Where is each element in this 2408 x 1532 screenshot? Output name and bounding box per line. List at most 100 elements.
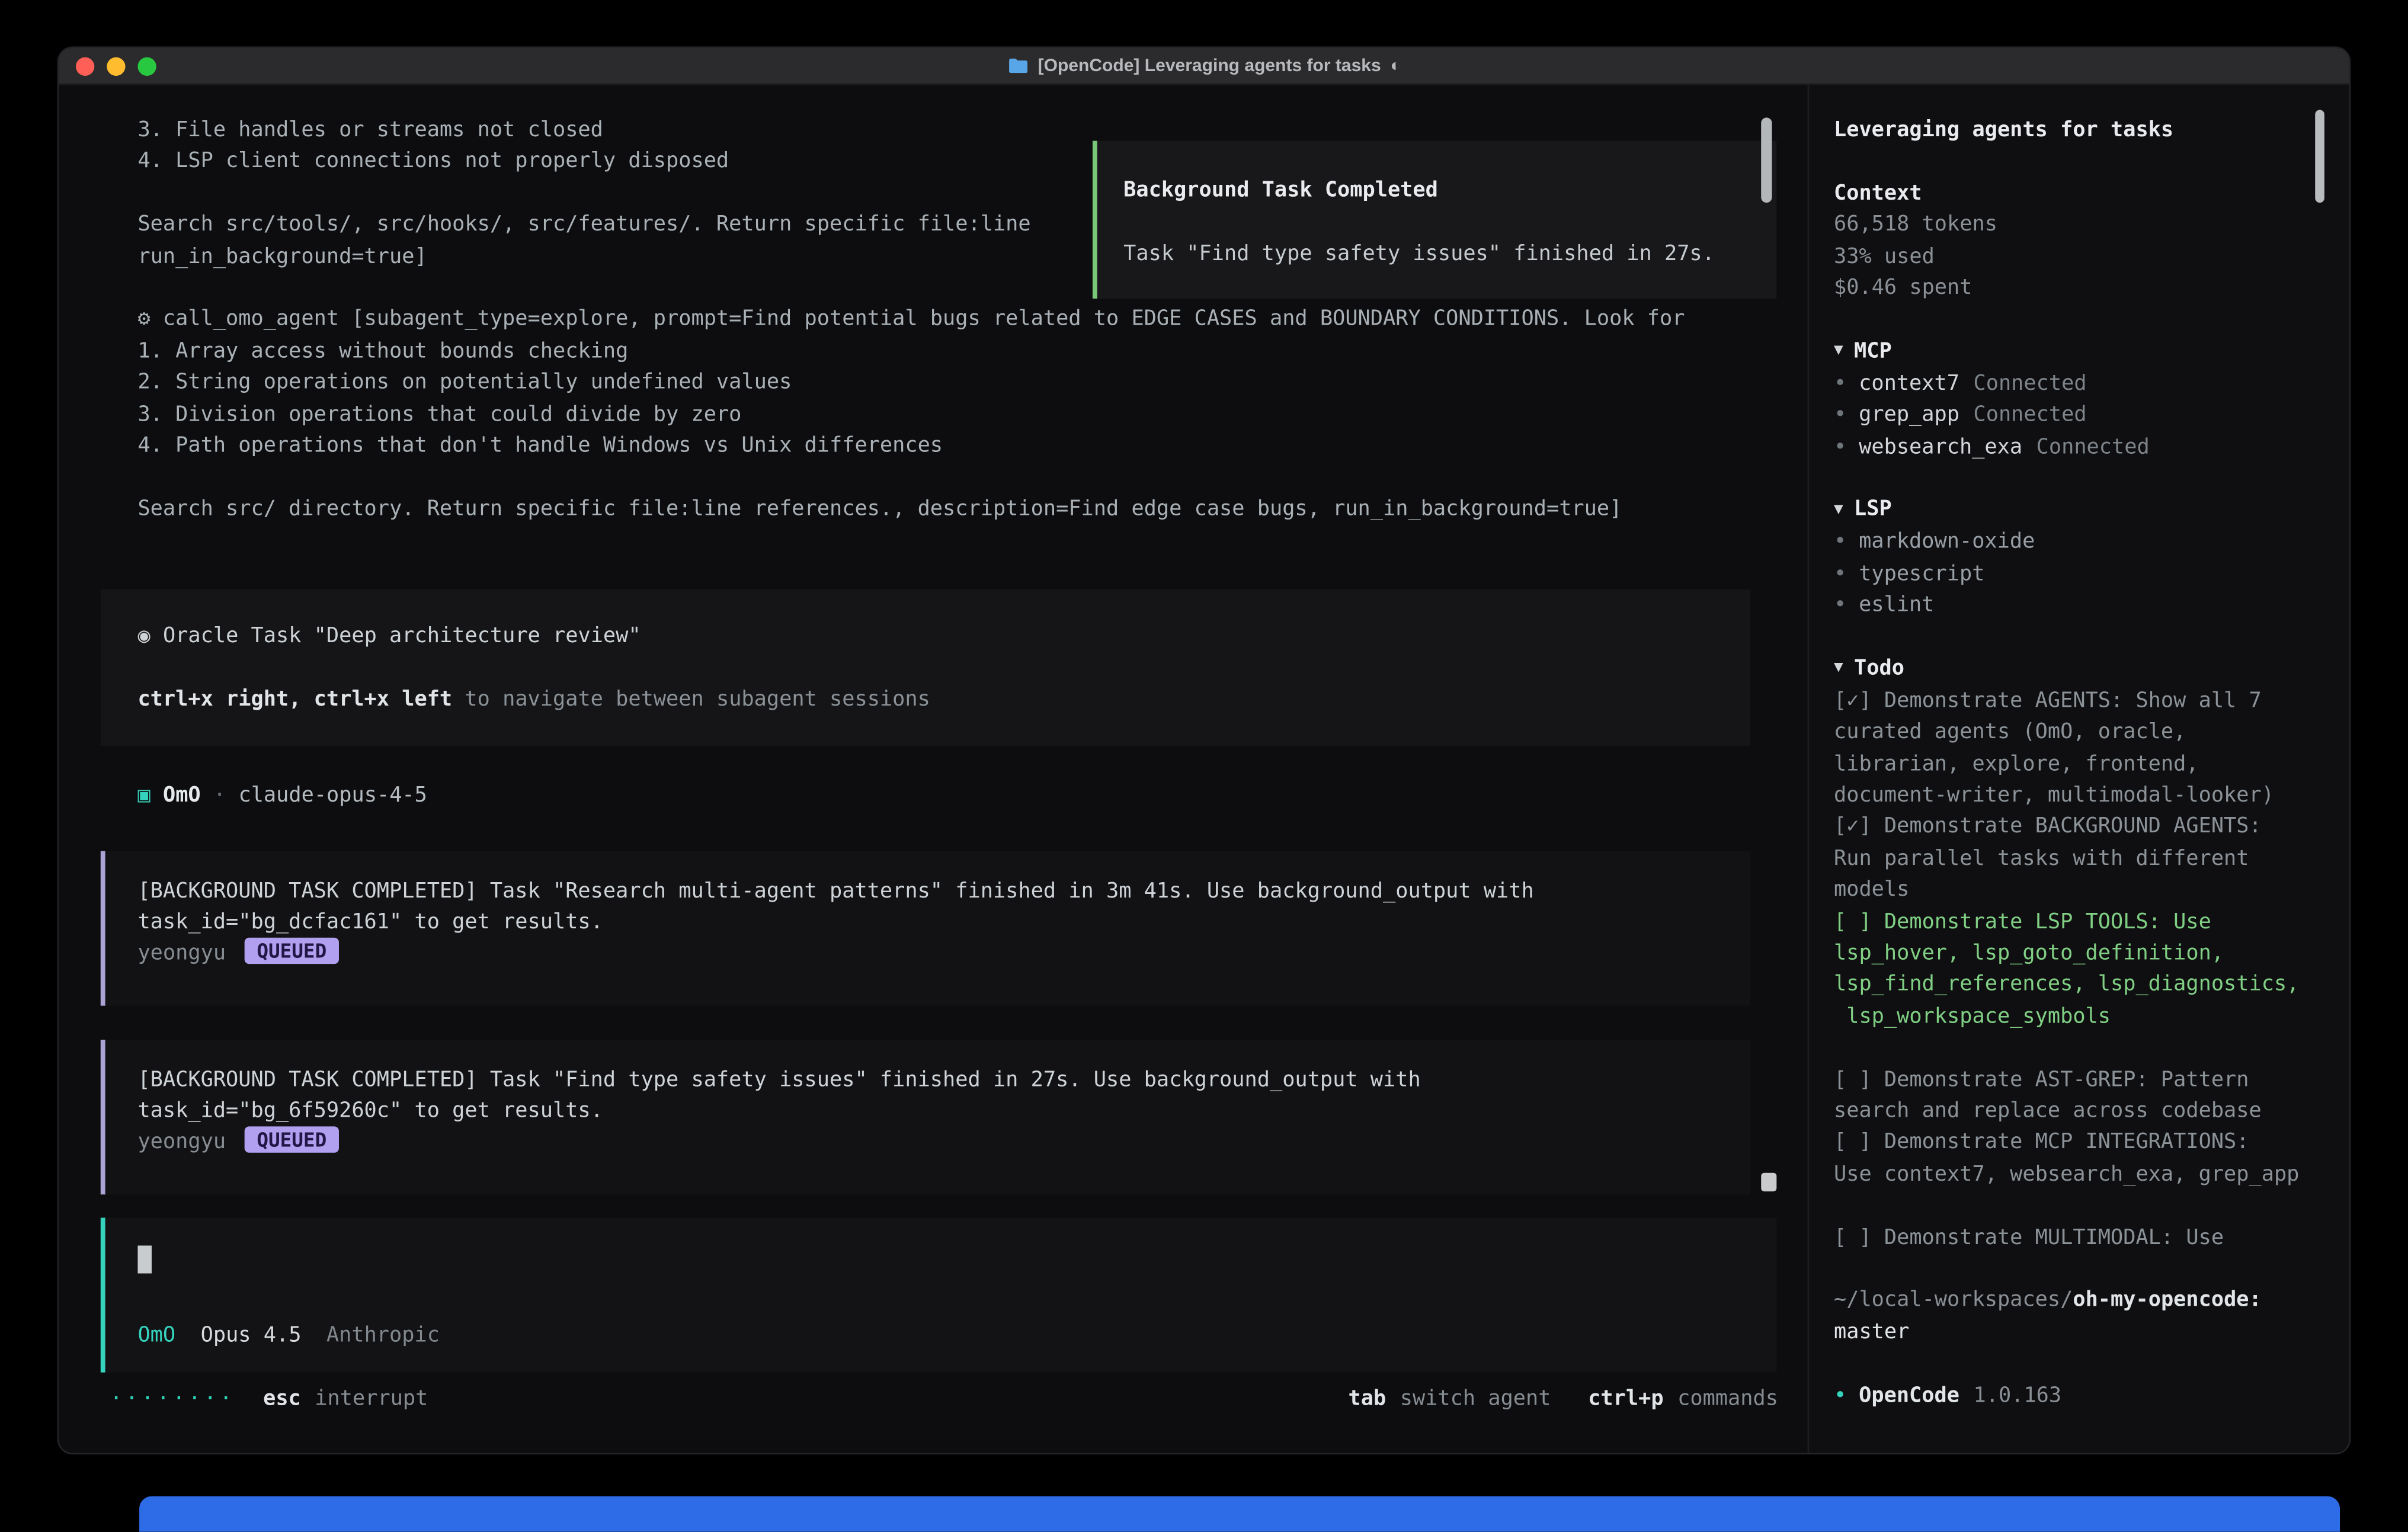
todo-line: [ ] Demonstrate AST-GREP: Pattern [1834,1064,2315,1095]
todo-line: [ ] Demonstrate MCP INTEGRATIONS: [1834,1127,2315,1158]
terminal-line: 4. Path operations that don't handle Win… [137,430,1750,461]
queued-badge: QUEUED [244,938,339,964]
lsp-item: • markdown-oxide [1834,527,2315,558]
spacer [1834,1033,2315,1064]
workspace-path-name: oh-my-opencode: [2073,1288,2261,1313]
todo-line: lsp_hover, lsp_goto_definition, [1834,938,2315,969]
input-provider-label: Anthropic [301,1322,440,1347]
bullet-icon: • [1834,530,1846,555]
agent-separator: · [213,783,226,808]
message-meta: yeongyuQUEUED [137,938,1750,970]
message-line: [BACKGROUND TASK COMPLETED] Task "Resear… [137,875,1750,906]
traffic-lights [76,56,156,75]
esc-action: interrupt [315,1386,428,1411]
queued-message: [BACKGROUND TASK COMPLETED] Task "Resear… [101,851,1750,1005]
tab-action: switch agent [1400,1386,1551,1411]
status-bar-right: tabswitch agent ctrl+pcommands [1349,1383,1778,1414]
lsp-section-heading[interactable]: ▼LSP [1834,494,2315,527]
lsp-name: typescript [1859,561,1984,586]
chevron-down-icon: ▼ [1834,660,1843,677]
minimize-button[interactable] [107,56,125,75]
mcp-heading-label: MCP [1854,338,1892,363]
esc-hint: esc interrupt [263,1383,428,1414]
message-lines: [BACKGROUND TASK COMPLETED] Task "Resear… [137,875,1750,938]
agent-header: ▣ OmO · claude-opus-4-5 [137,780,1807,812]
mcp-section-heading[interactable]: ▼ MCP [1834,335,2315,368]
terminal-line: Search src/ directory. Return specific f… [137,493,1750,525]
text-cursor [137,1245,152,1273]
agent-model: claude-opus-4-5 [238,783,427,808]
main-scrollbar-thumb[interactable] [1761,117,1772,203]
terminal-line [137,461,1750,493]
oracle-hint-keys: ctrl+x right, ctrl+x left [137,687,452,712]
bullet-icon: • [1834,402,1846,427]
chevron-down-icon: ▼ [1834,342,1843,360]
todo-item: [ ] Demonstrate MCP INTEGRATIONS:Use con… [1834,1127,2315,1190]
main-scrollbar-thumb-bottom[interactable] [1761,1173,1776,1191]
mcp-name: websearch_exa [1859,434,2022,459]
background-task-toast: Background Task Completed Task "Find typ… [1093,141,1776,299]
context-spent: $0.46 spent [1834,273,2315,304]
spacer [1834,1254,2315,1285]
bullet-icon: • [1834,434,1846,459]
oracle-title: Oracle Task "Deep architecture review" [150,624,641,649]
todo-section-heading[interactable]: ▼ Todo [1834,653,2315,685]
agent-icon: ▣ [137,783,150,808]
window-title: [OpenCode] Leveraging agents for tasks [1038,56,1381,75]
todo-line: models [1834,874,2315,906]
mcp-status: Connected [1973,402,2086,427]
oracle-task-panel: ◉ Oracle Task "Deep architecture review"… [101,590,1750,746]
context-tokens: 66,518 tokens [1834,209,2315,241]
sidebar-scrollbar-thumb[interactable] [2315,110,2324,203]
spacer [1834,1190,2315,1222]
toast-spacer [1123,206,1749,238]
oracle-hint-text: to navigate between subagent sessions [452,687,930,712]
todo-line: [ ] Demonstrate MULTIMODAL: Use [1834,1222,2315,1253]
bullet-icon: • [1834,371,1846,396]
todo-line: [✓] Demonstrate AGENTS: Show all 7 [1834,685,2315,716]
zoom-button[interactable] [137,56,156,75]
message-meta: yeongyuQUEUED [137,1127,1750,1159]
mcp-item: •grep_appConnected [1834,399,2315,431]
oracle-spacer [137,652,1750,684]
lsp-heading-label: LSP [1854,497,1892,522]
todo-item: [ ] Demonstrate MULTIMODAL: Use [1834,1222,2315,1253]
todo-line: Run parallel tasks with different [1834,843,2315,874]
terminal-line: ⚙ call_omo_agent [subagent_type=explore,… [137,304,1750,335]
lsp-name: markdown-oxide [1859,530,2035,555]
background-window-edge[interactable] [139,1496,2340,1532]
todo-line: librarian, explore, frontend, [1834,748,2315,780]
queued-message: [BACKGROUND TASK COMPLETED] Task "Find t… [101,1039,1750,1194]
terminal-line: 1. Array access without bounds checking [137,335,1750,367]
todo-item: [✓] Demonstrate AGENTS: Show all 7curate… [1834,685,2315,811]
terminal-line: 2. String operations on potentially unde… [137,367,1750,399]
todo-line: lsp_find_references, lsp_diagnostics, [1834,969,2315,1001]
model-info-row: OmO Opus 4.5 Anthropic [137,1319,1776,1351]
terminal-line: 3. Division operations that could divide… [137,399,1750,430]
todo-line: [ ] Demonstrate LSP TOOLS: Use [1834,906,2315,937]
close-button[interactable] [76,56,94,75]
input-model-label: Opus 4.5 [175,1322,301,1347]
todo-line: curated agents (OmO, oracle, [1834,717,2315,748]
session-sidebar: Leveraging agents for tasks Context 66,5… [1808,85,2349,1453]
window-title-area: [OpenCode] Leveraging agents for tasks ◐ [59,48,2349,84]
esc-key: esc [263,1386,301,1411]
todo-item: [✓] Demonstrate BACKGROUND AGENTS:Run pa… [1834,812,2315,906]
workspace-path: ~/local-workspaces/oh-my-opencode: [1834,1285,2315,1316]
session-indicator-icon: ◐ [1390,56,1401,75]
lsp-item: • typescript [1834,558,2315,589]
queued-badge: QUEUED [244,1127,339,1153]
tab-key: tab [1349,1386,1386,1411]
prompt-input[interactable]: OmO Opus 4.5 Anthropic [101,1217,1777,1372]
spacer [1834,304,2315,335]
spacer [1834,146,2315,178]
mcp-item: •websearch_exaConnected [1834,431,2315,462]
todo-item: [ ] Demonstrate AST-GREP: Patternsearch … [1834,1064,2315,1127]
app-name: OpenCode [1859,1383,1959,1408]
todo-line: Use context7, websearch_exa, grep_app [1834,1159,2315,1190]
mcp-status: Connected [1973,371,2086,396]
agent-name: OmO [163,783,201,808]
bullet-icon: • [1834,561,1846,586]
status-bar: ········ escinterrupt tabswitch agent ct… [110,1383,1778,1414]
todo-heading-label: Todo [1854,656,1904,681]
